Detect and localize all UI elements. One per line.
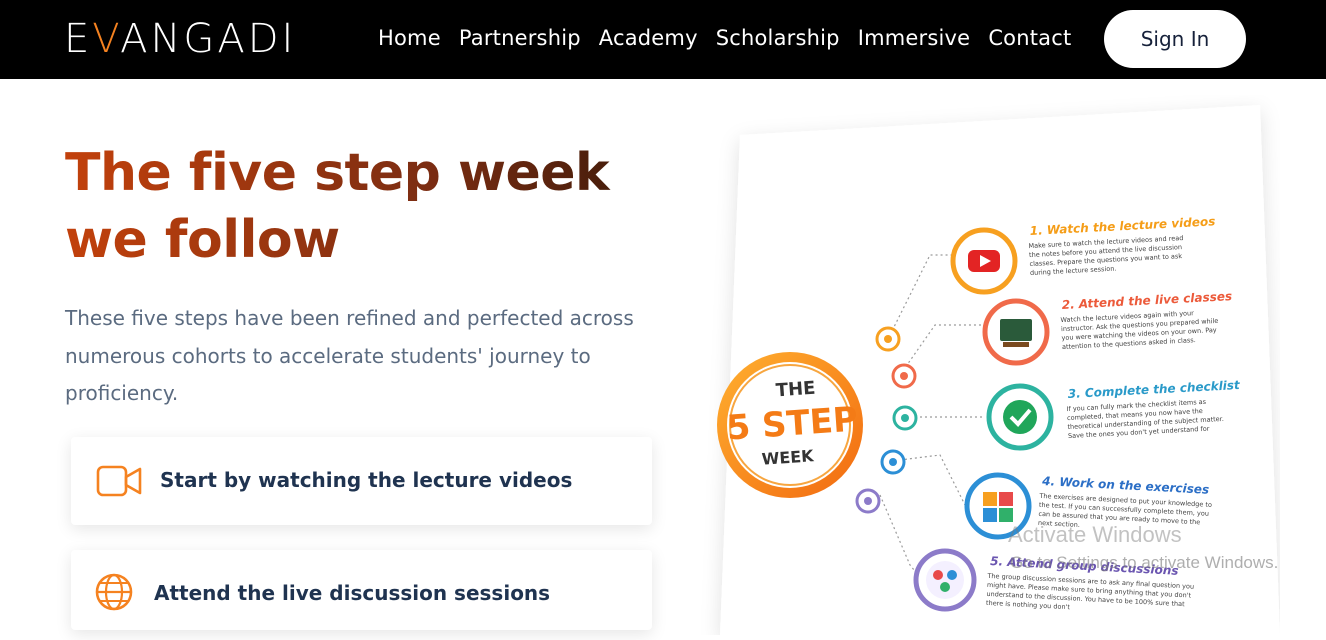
step-1-youtube xyxy=(950,227,1018,295)
nav-academy-link[interactable]: Academy xyxy=(599,26,698,50)
badge-line-3: WEEK xyxy=(761,446,815,469)
step-5-group xyxy=(913,548,977,612)
nav-home-link[interactable]: Home xyxy=(378,26,441,50)
card-label: Attend the live discussion sessions xyxy=(154,581,551,605)
logo-text: EVANGADI xyxy=(64,16,297,62)
step-card-live-discussion[interactable]: Attend the live discussion sessions xyxy=(71,550,652,630)
evangadi-logo[interactable]: EVANGADI xyxy=(64,16,297,62)
five-step-badge: THE 5 STEP WEEK xyxy=(717,352,863,498)
title-line-2: we follow xyxy=(65,210,340,270)
nav-scholarship-link[interactable]: Scholarship xyxy=(716,26,840,50)
sign-in-button[interactable]: Sign In xyxy=(1104,10,1246,68)
main-menu: Home Partnership Academy Scholarship Imm… xyxy=(378,26,1089,50)
step-2-classroom xyxy=(982,298,1050,366)
nav-immersive-link[interactable]: Immersive xyxy=(858,26,971,50)
globe-icon xyxy=(94,572,140,612)
top-nav: EVANGADI Home Partnership Academy Schola… xyxy=(0,0,1326,79)
title-line-1: The five step week xyxy=(65,143,610,203)
page-title: The five step week we follow xyxy=(65,140,665,274)
step-3-checklist xyxy=(986,383,1054,451)
activation-watermark-subtitle: Go to Settings to activate Windows. xyxy=(1010,553,1279,572)
nav-contact-link[interactable]: Contact xyxy=(988,26,1071,50)
badge-line-1: THE xyxy=(775,378,816,402)
activation-watermark-title: Activate Windows xyxy=(1008,522,1182,547)
step-card-lecture-videos[interactable]: Start by watching the lecture videos xyxy=(71,437,652,525)
card-label: Start by watching the lecture videos xyxy=(160,468,573,492)
nav-partnership-link[interactable]: Partnership xyxy=(459,26,581,50)
video-camera-icon xyxy=(96,461,142,501)
hero-description: These five steps have been refined and p… xyxy=(65,306,634,405)
